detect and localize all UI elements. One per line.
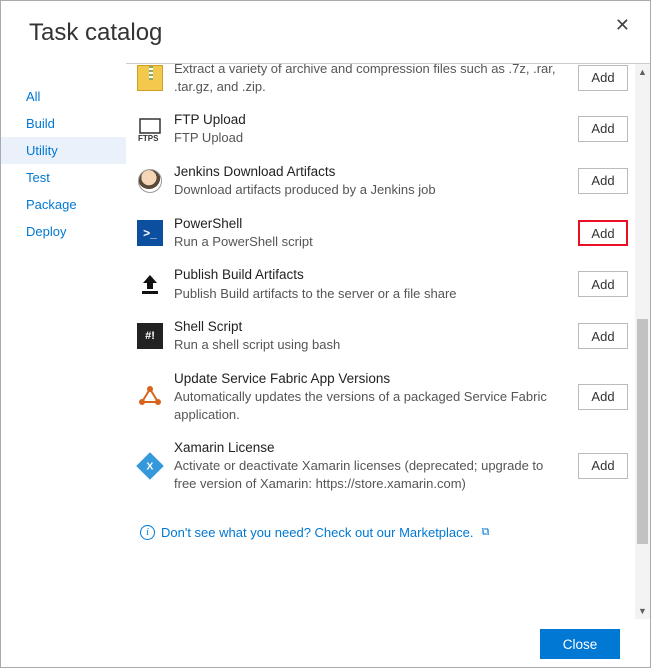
ftp-icon: FTPS <box>136 115 164 143</box>
shell-icon: #! <box>136 322 164 350</box>
scroll-down-icon[interactable]: ▼ <box>635 603 650 619</box>
add-button[interactable]: Add <box>578 220 628 246</box>
sidebar-item-deploy[interactable]: Deploy <box>1 218 126 245</box>
zip-icon <box>136 64 164 92</box>
add-button[interactable]: Add <box>578 384 628 410</box>
scroll-up-icon[interactable]: ▲ <box>635 64 650 80</box>
task-title: Xamarin License <box>174 439 568 457</box>
task-desc: Run a PowerShell script <box>174 233 568 251</box>
task-desc: Activate or deactivate Xamarin licenses … <box>174 457 568 492</box>
task-row: Jenkins Download ArtifactsDownload artif… <box>134 155 630 207</box>
task-desc: Publish Build artifacts to the server or… <box>174 285 568 303</box>
scrollbar: ▲ ▼ <box>635 63 650 619</box>
publish-icon <box>136 270 164 298</box>
task-desc: Automatically updates the versions of a … <box>174 388 568 423</box>
task-text: Extract a variety of archive and compres… <box>174 63 568 95</box>
task-text: FTP UploadFTP Upload <box>174 111 568 147</box>
task-row: FTPS FTP UploadFTP Upload Add <box>134 103 630 155</box>
scrollbar-thumb[interactable] <box>637 319 648 544</box>
task-title: Publish Build Artifacts <box>174 266 568 284</box>
close-icon[interactable]: ✕ <box>615 15 630 36</box>
task-row: X Xamarin LicenseActivate or deactivate X… <box>134 431 630 500</box>
task-text: Publish Build ArtifactsPublish Build art… <box>174 266 568 302</box>
task-text: Jenkins Download ArtifactsDownload artif… <box>174 163 568 199</box>
fabric-icon <box>136 383 164 411</box>
task-row: Update Service Fabric App VersionsAutoma… <box>134 362 630 431</box>
xam-icon: X <box>136 452 164 480</box>
task-row: >_ PowerShellRun a PowerShell script Add <box>134 207 630 259</box>
external-link-icon: ⧉ <box>482 526 490 539</box>
task-desc: Extract a variety of archive and compres… <box>174 63 568 95</box>
task-list: Extract a variety of archive and compres… <box>126 63 635 619</box>
sidebar-item-build[interactable]: Build <box>1 110 126 137</box>
add-button[interactable]: Add <box>578 168 628 194</box>
task-desc: Download artifacts produced by a Jenkins… <box>174 181 568 199</box>
task-desc: FTP Upload <box>174 129 568 147</box>
task-title: Update Service Fabric App Versions <box>174 370 568 388</box>
add-button[interactable]: Add <box>578 271 628 297</box>
svg-text:FTPS: FTPS <box>138 134 159 142</box>
task-desc: Run a shell script using bash <box>174 336 568 354</box>
task-text: Update Service Fabric App VersionsAutoma… <box>174 370 568 423</box>
close-button[interactable]: Close <box>540 629 620 659</box>
task-text: PowerShellRun a PowerShell script <box>174 215 568 251</box>
task-row: #! Shell ScriptRun a shell script using b… <box>134 310 630 362</box>
dialog-title: Task catalog <box>29 19 650 47</box>
sidebar-item-package[interactable]: Package <box>1 191 126 218</box>
jenkins-icon <box>136 167 164 195</box>
sidebar-item-test[interactable]: Test <box>1 164 126 191</box>
sidebar-item-utility[interactable]: Utility <box>1 137 126 164</box>
ps-icon: >_ <box>136 219 164 247</box>
task-title: PowerShell <box>174 215 568 233</box>
add-button[interactable]: Add <box>578 323 628 349</box>
sidebar: AllBuildUtilityTestPackageDeploy <box>1 63 126 619</box>
marketplace-text: Don't see what you need? Check out our M… <box>161 525 474 540</box>
add-button[interactable]: Add <box>578 65 628 91</box>
task-text: Shell ScriptRun a shell script using bas… <box>174 318 568 354</box>
sidebar-item-all[interactable]: All <box>1 83 126 110</box>
task-title: Shell Script <box>174 318 568 336</box>
task-row: Publish Build ArtifactsPublish Build art… <box>134 258 630 310</box>
info-icon: i <box>140 525 155 540</box>
task-title: FTP Upload <box>174 111 568 129</box>
task-title: Jenkins Download Artifacts <box>174 163 568 181</box>
task-text: Xamarin LicenseActivate or deactivate Xa… <box>174 439 568 492</box>
add-button[interactable]: Add <box>578 453 628 479</box>
marketplace-link[interactable]: i Don't see what you need? Check out our … <box>134 501 630 540</box>
task-row: Extract a variety of archive and compres… <box>134 63 630 103</box>
add-button[interactable]: Add <box>578 116 628 142</box>
